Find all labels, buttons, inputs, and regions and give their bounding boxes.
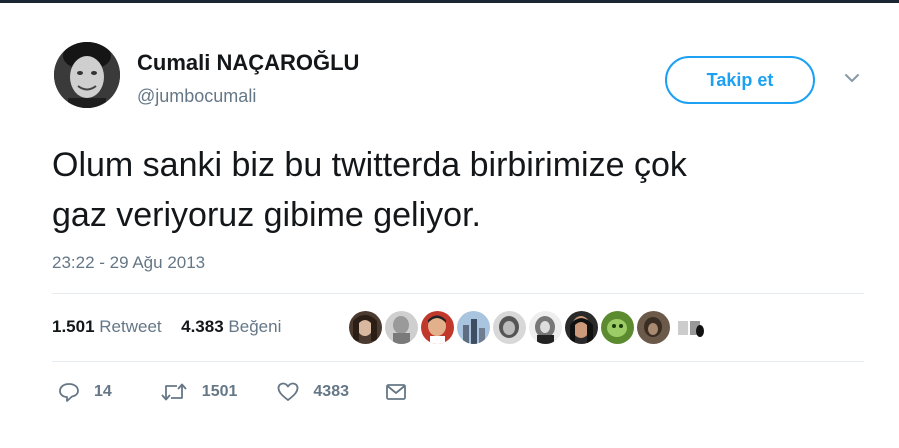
- top-border: [0, 0, 899, 3]
- liker-avatar[interactable]: [421, 311, 454, 344]
- tweet-timestamp[interactable]: 23:22 - 29 Ağu 2013: [52, 253, 205, 273]
- heart-icon: [277, 382, 299, 402]
- chevron-down-icon[interactable]: [842, 70, 862, 86]
- like-stat-count: 4.383: [181, 317, 224, 336]
- like-button[interactable]: 4383: [277, 382, 349, 402]
- liker-avatars: [349, 311, 706, 347]
- like-stat[interactable]: 4.383 Beğeni: [181, 317, 281, 336]
- direct-message-button[interactable]: [385, 383, 407, 401]
- liker-avatar[interactable]: [457, 311, 490, 344]
- user-handle[interactable]: @jumbocumali: [137, 86, 256, 107]
- envelope-icon: [385, 383, 407, 401]
- retweet-stat[interactable]: 1.501 Retweet: [52, 317, 166, 336]
- like-count: 4383: [313, 383, 349, 400]
- tweet-stats: 1.501 Retweet 4.383 Beğeni: [52, 317, 281, 337]
- avatar[interactable]: [54, 42, 120, 108]
- action-bar: 14 1501 4383: [58, 382, 407, 402]
- divider-top: [52, 293, 864, 294]
- reply-button[interactable]: 14: [58, 382, 112, 402]
- liker-avatar[interactable]: [493, 311, 526, 344]
- liker-avatar[interactable]: [529, 311, 562, 344]
- follow-button[interactable]: Takip et: [665, 56, 815, 104]
- liker-avatar[interactable]: [673, 311, 706, 344]
- retweet-stat-count: 1.501: [52, 317, 95, 336]
- tweet-text: Olum sanki biz bu twitterda birbirimize …: [52, 140, 852, 240]
- like-stat-label: Beğeni: [228, 317, 282, 336]
- liker-avatar[interactable]: [637, 311, 670, 344]
- liker-avatar[interactable]: [601, 311, 634, 344]
- tweet-text-line-1: Olum sanki biz bu twitterda birbirimize …: [52, 146, 687, 184]
- divider-bottom: [52, 361, 864, 362]
- tweet-text-line-2: gaz veriyoruz gibime geliyor.: [52, 196, 481, 234]
- retweet-count: 1501: [201, 383, 238, 400]
- reply-icon: [58, 382, 80, 402]
- retweet-button[interactable]: 1501: [160, 382, 238, 402]
- user-name[interactable]: Cumali NAÇAROĞLU: [137, 50, 359, 76]
- retweet-icon: [160, 382, 188, 402]
- liker-avatar[interactable]: [349, 311, 382, 344]
- liker-avatar[interactable]: [385, 311, 418, 344]
- reply-count: 14: [94, 383, 112, 400]
- liker-avatar[interactable]: [565, 311, 598, 344]
- retweet-stat-label: Retweet: [99, 317, 162, 336]
